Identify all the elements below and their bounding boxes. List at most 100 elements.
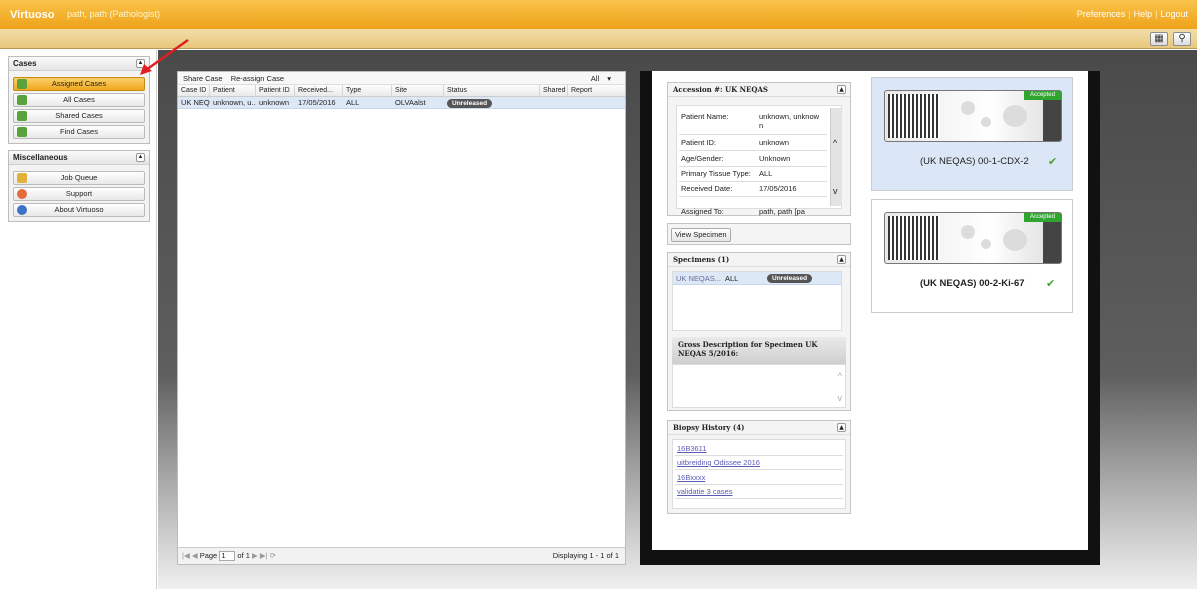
current-user: path, path (Pathologist)	[67, 9, 161, 19]
scroll-up-icon[interactable]: ^	[838, 371, 842, 381]
lifebuoy-icon	[17, 189, 27, 199]
view-specimen-button[interactable]: View Specimen	[671, 228, 731, 242]
tissue-section	[981, 117, 991, 127]
col-type[interactable]: Type	[343, 85, 392, 97]
layout-icon[interactable]: ▦	[1150, 32, 1168, 46]
cases-panel-header: Cases ▲	[9, 57, 149, 71]
slide-card[interactable]: Accepted (UK NEQAS) 00-1-CDX-2 ✔	[871, 77, 1073, 191]
nav-about[interactable]: About Virtuoso	[13, 203, 145, 217]
cell-type: ALL	[346, 98, 360, 107]
divider	[675, 498, 843, 499]
scroll-down-icon[interactable]: v	[838, 393, 843, 403]
refresh-icon[interactable]: ⟳	[270, 551, 276, 560]
cases-grid: Share Case Re-assign Case All ▾ Case ID …	[177, 71, 626, 565]
field-value: 17/05/2016	[759, 184, 797, 193]
accession-header: Accession #: UK NEQAS ▲	[668, 83, 850, 97]
case-icon	[17, 127, 27, 137]
scroll-up-icon[interactable]: ^	[833, 138, 837, 148]
case-icon	[17, 111, 27, 121]
scroll-down-icon[interactable]: v	[833, 186, 838, 196]
check-icon: ✔	[1048, 156, 1058, 168]
table-row[interactable]: UK NEQAS unknown, u... unknown 17/05/201…	[178, 97, 625, 109]
nav-assigned-cases[interactable]: Assigned Cases	[13, 77, 145, 91]
slide-thumbnail[interactable]: Accepted	[884, 90, 1062, 142]
nav-find-cases[interactable]: Find Cases	[13, 125, 145, 139]
nav-label: All Cases	[63, 95, 95, 104]
nav-label: Support	[65, 189, 93, 198]
col-received[interactable]: Received...	[295, 85, 343, 97]
gross-description-text[interactable]: ^ v	[672, 364, 846, 408]
cell-shared	[540, 97, 568, 109]
divider	[679, 134, 827, 135]
cell-site: OLVAalst	[395, 98, 426, 107]
biopsy-list: 16B3611 uitbreiding Odissee 2016 16Bxxxx…	[672, 439, 846, 509]
col-report[interactable]: Report	[568, 85, 625, 97]
tissue-section	[961, 101, 975, 115]
divider	[675, 455, 843, 456]
page-input[interactable]: 1	[219, 551, 236, 562]
next-page-icon[interactable]: ▶	[252, 551, 258, 560]
status-badge: Unreleased	[447, 99, 493, 108]
divider	[679, 150, 827, 151]
cell-case-id: UK NEQAS	[181, 98, 210, 107]
search-icon[interactable]: ⚲	[1173, 32, 1191, 46]
col-site[interactable]: Site	[392, 85, 444, 97]
collapse-icon[interactable]: ▲	[136, 153, 145, 162]
preferences-link[interactable]: Preferences	[1074, 9, 1129, 19]
top-bar: Virtuoso path, path (Pathologist) Prefer…	[0, 0, 1197, 29]
nav-shared-cases[interactable]: Shared Cases	[13, 109, 145, 123]
last-page-icon[interactable]: ▶|	[260, 551, 268, 560]
collapse-icon[interactable]: ▲	[837, 85, 846, 94]
check-icon: ✔	[1046, 278, 1056, 290]
specimen-type: ALL	[725, 274, 739, 283]
reassign-case-button[interactable]: Re-assign Case	[231, 74, 284, 83]
field-label: Primary Tissue Type:	[681, 169, 751, 178]
share-case-button[interactable]: Share Case	[183, 74, 223, 83]
biopsy-item[interactable]: validatie 3 cases	[677, 487, 732, 496]
app-brand: Virtuoso	[10, 9, 55, 21]
slide-title: (UK NEQAS) 00-1-CDX-2	[920, 156, 1029, 167]
help-link[interactable]: Help	[1131, 9, 1156, 19]
accession-scrollbar[interactable]: ^ v	[830, 108, 842, 206]
specimens-list: UK NEQAS... ALL Unreleased	[672, 271, 842, 331]
col-status[interactable]: Status	[444, 85, 540, 97]
slide-thumbnail[interactable]: Accepted	[884, 212, 1062, 264]
logout-link[interactable]: Logout	[1157, 9, 1191, 19]
collapse-icon[interactable]: ▲	[837, 255, 846, 264]
field-value: unknown, unknow n	[759, 112, 820, 130]
accepted-badge: Accepted	[1023, 91, 1061, 100]
view-specimen-panel: View Specimen	[667, 223, 851, 245]
slide-card[interactable]: Accepted (UK NEQAS) 00-2-Ki-67 ✔	[871, 199, 1073, 313]
displaying-count: Displaying 1 - 1 of 1	[552, 551, 619, 560]
nav-support[interactable]: Support	[13, 187, 145, 201]
col-case-id[interactable]: Case ID ▲	[178, 85, 210, 97]
field-label: Received Date:	[681, 184, 733, 193]
field-label: Patient Name:	[681, 112, 729, 121]
col-label: Case ID	[181, 87, 207, 94]
biopsy-item[interactable]: uitbreiding Odissee 2016	[677, 458, 760, 467]
accepted-badge: Accepted	[1023, 213, 1061, 222]
collapse-icon[interactable]: ▲	[837, 423, 846, 432]
biopsy-item[interactable]: 16B3611	[677, 444, 706, 453]
divider	[679, 166, 827, 167]
case-icon	[17, 79, 27, 89]
col-shared[interactable]: Shared	[540, 85, 568, 97]
specimen-row[interactable]: UK NEQAS... ALL Unreleased	[673, 272, 841, 285]
misc-panel-header: Miscellaneous ▲	[9, 151, 149, 165]
cases-title: Cases	[13, 59, 37, 68]
filter-dropdown[interactable]: All ▾	[591, 72, 611, 85]
cell-received: 17/05/2016	[298, 98, 336, 107]
col-patient-id[interactable]: Patient ID	[256, 85, 295, 97]
nav-all-cases[interactable]: All Cases	[13, 93, 145, 107]
first-page-icon[interactable]: |◀	[182, 551, 190, 560]
page-label: Page	[199, 551, 218, 560]
accession-details: Patient Name: unknown, unknow n Patient …	[676, 105, 842, 209]
prev-page-icon[interactable]: ◀	[192, 551, 198, 560]
nav-job-queue[interactable]: Job Queue	[13, 171, 145, 185]
info-icon	[17, 205, 27, 215]
field-label: Assigned To:	[681, 207, 724, 216]
field-label: Age/Gender:	[681, 154, 724, 163]
grid-header: Case ID ▲ Patient Patient ID Received...…	[178, 85, 625, 97]
col-patient[interactable]: Patient	[210, 85, 256, 97]
biopsy-item[interactable]: 16Bxxxx	[677, 473, 705, 482]
